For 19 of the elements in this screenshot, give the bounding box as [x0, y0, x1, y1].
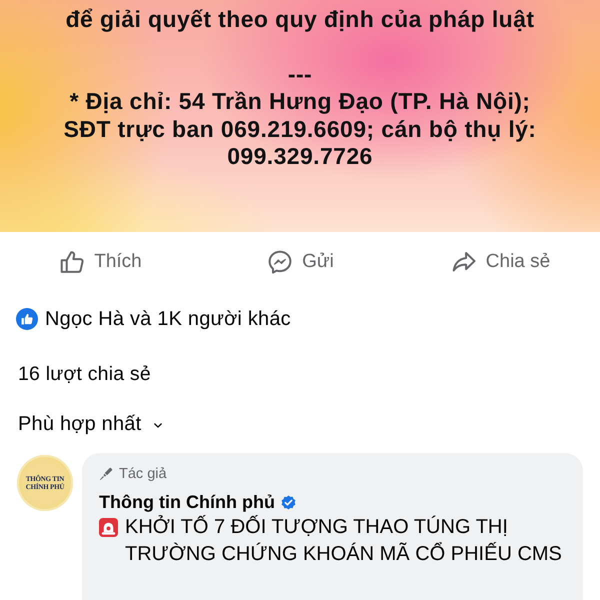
like-reaction-icon	[16, 308, 38, 330]
siren-icon	[99, 518, 118, 537]
post-text: để giải quyết theo quy định của pháp luật	[66, 6, 534, 34]
sort-dropdown[interactable]: Phù hợp nhất	[12, 408, 168, 440]
comment-text: KHỞI TỐ 7 ĐỐI TƯỢNG THAO TÚNG THỊ TRƯỜNG CHỨNG KHOÁN MÃ CỔ PHIẾU CMS	[125, 514, 563, 567]
author-name[interactable]: Thông tin Chính phủ	[99, 492, 275, 512]
pen-icon	[99, 467, 113, 481]
send-button[interactable]: Gửi	[260, 244, 340, 280]
reactions-summary[interactable]: Ngọc Hà và 1K người khác	[45, 308, 291, 330]
post-text: SĐT trực ban 069.219.6609; cán bộ thụ lý:	[64, 116, 536, 143]
share-count[interactable]: 16 lượt chia sẻ	[18, 362, 151, 386]
post-text: ---	[288, 60, 312, 88]
post-text: 099.329.7726	[227, 143, 373, 170]
author-role-label: Tác giả	[119, 466, 167, 482]
messenger-icon	[266, 248, 294, 276]
like-button[interactable]: Thích	[52, 244, 148, 280]
chevron-down-icon	[154, 422, 162, 428]
post-text: * Địa chỉ: 54 Trần Hưng Đạo (TP. Hà Nội);	[70, 88, 530, 116]
share-button[interactable]: Chia sẻ	[444, 244, 556, 280]
